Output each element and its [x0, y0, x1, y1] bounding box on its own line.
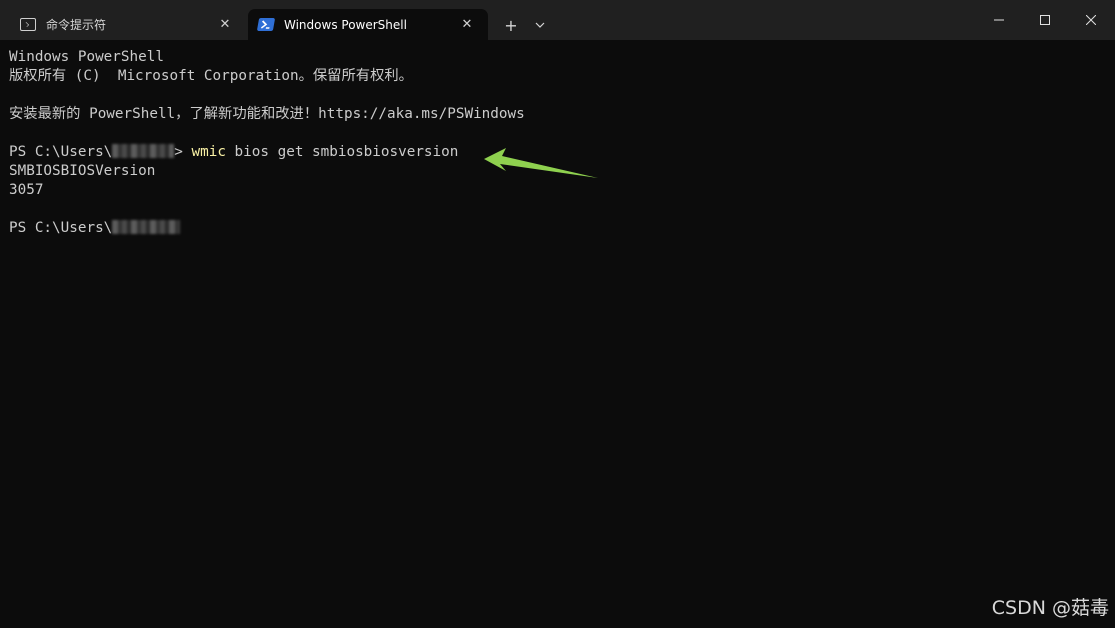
current-prompt-line[interactable]: PS C:\Users\ — [9, 219, 1109, 238]
chevron-down-icon — [535, 22, 545, 28]
tab-label: 命令提示符 — [46, 18, 107, 32]
minimize-button[interactable] — [976, 0, 1022, 40]
terminal-header-line: Windows PowerShell — [9, 49, 164, 65]
tab-label: Windows PowerShell — [284, 17, 407, 32]
copyright-line: 版权所有 (C) Microsoft Corporation。保留所有权利。 — [9, 68, 413, 84]
install-hint-line: 安装最新的 PowerShell，了解新功能和改进！https://aka.ms… — [9, 106, 525, 122]
redacted-username — [112, 220, 181, 234]
close-icon — [1086, 15, 1096, 25]
maximize-button[interactable] — [1022, 0, 1068, 40]
close-tab-icon[interactable]: ✕ — [214, 14, 236, 36]
prompt-prefix: PS C:\Users\ — [9, 220, 113, 236]
tab-dropdown-button[interactable] — [526, 12, 554, 38]
title-bar: 命令提示符 ✕ Windows PowerShell ✕ + — [0, 0, 1115, 40]
command-name: wmic — [191, 144, 226, 160]
powershell-icon — [256, 18, 276, 31]
annotation-arrow-icon — [484, 148, 598, 178]
watermark: CSDN @菇毒 — [991, 597, 1109, 619]
close-window-button[interactable] — [1068, 0, 1114, 40]
command-prompt-icon — [20, 18, 36, 31]
tab-windows-powershell[interactable]: Windows PowerShell ✕ — [248, 9, 488, 40]
prompt-prefix: PS C:\Users\ — [9, 144, 113, 160]
redacted-username — [112, 144, 175, 158]
maximize-icon — [1040, 15, 1050, 25]
terminal-output[interactable]: Windows PowerShell 版权所有 (C) Microsoft Co… — [9, 48, 1109, 618]
close-tab-icon[interactable]: ✕ — [456, 14, 478, 36]
tab-command-prompt[interactable]: 命令提示符 ✕ — [2, 9, 246, 40]
minimize-icon — [994, 19, 1004, 21]
command-arguments: bios get smbiosbiosversion — [225, 144, 459, 160]
new-tab-button[interactable]: + — [497, 12, 525, 38]
prompt-suffix: > — [174, 144, 183, 160]
